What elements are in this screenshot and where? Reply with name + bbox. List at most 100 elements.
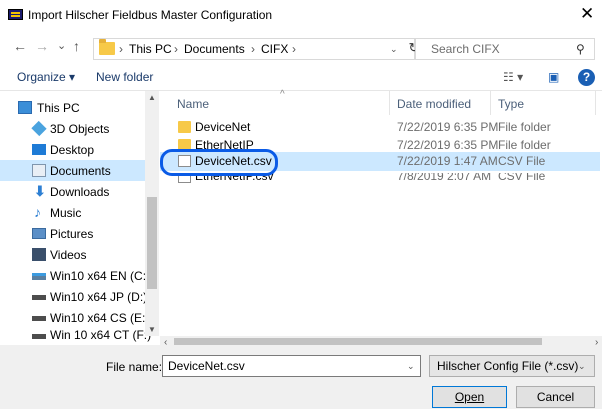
documents-icon bbox=[32, 164, 46, 177]
sidebar-item-label: Documents bbox=[50, 164, 111, 178]
desktop-icon bbox=[32, 144, 46, 155]
drive-icon bbox=[32, 316, 46, 321]
file-type: File folder bbox=[498, 120, 551, 134]
sidebar-item-label: Win10 x64 CS (E:) bbox=[50, 311, 150, 325]
view-options-icon[interactable]: ☷ ▾ bbox=[503, 70, 523, 84]
folder-icon bbox=[178, 139, 191, 149]
sidebar-item-label: 3D Objects bbox=[50, 122, 110, 136]
close-icon[interactable]: ✕ bbox=[580, 4, 594, 24]
sidebar-item-pictures[interactable]: Pictures bbox=[0, 223, 145, 244]
pictures-icon bbox=[32, 228, 46, 239]
breadcrumb-separator: › bbox=[174, 42, 178, 56]
file-name: DeviceNet bbox=[195, 120, 251, 134]
sidebar-item-label: Pictures bbox=[50, 227, 94, 241]
up-arrow-icon[interactable]: ↑ bbox=[73, 38, 80, 54]
music-icon: ♪ bbox=[34, 204, 41, 220]
drive-icon bbox=[32, 334, 46, 339]
cancel-button[interactable]: Cancel bbox=[516, 386, 595, 408]
sidebar-item-documents[interactable]: Documents bbox=[0, 160, 145, 181]
file-type: CSV File bbox=[498, 173, 546, 183]
new-folder-button[interactable]: New folder bbox=[96, 70, 153, 84]
sidebar-item-videos[interactable]: Videos bbox=[0, 244, 145, 265]
breadcrumb-cifx[interactable]: CIFX bbox=[261, 42, 288, 56]
window-title: Import Hilscher Fieldbus Master Configur… bbox=[28, 8, 273, 22]
drive-icon bbox=[32, 295, 46, 300]
command-toolbar: Organize ▾ New folder ☷ ▾ ▣ ? bbox=[0, 64, 602, 90]
sidebar-item-label: Music bbox=[50, 206, 82, 220]
folder-icon bbox=[99, 39, 115, 55]
open-button-label: Open bbox=[454, 390, 485, 404]
file-name-label: File name: bbox=[106, 360, 163, 374]
videos-icon bbox=[32, 248, 46, 261]
sidebar-item-music[interactable]: ♪ Music bbox=[0, 202, 145, 223]
address-bar[interactable]: › This PC › Documents › CIFX › ⌄ bbox=[93, 38, 415, 60]
file-type: CSV File bbox=[498, 154, 546, 168]
forward-arrow-icon[interactable]: → bbox=[35, 38, 49, 54]
file-type-select[interactable]: Hilscher Config File (*.csv) ⌄ bbox=[429, 355, 595, 377]
scrollbar-thumb[interactable] bbox=[147, 197, 157, 289]
navigation-bar: ← → ⌄ ↑ › This PC › Documents › CIFX › ⌄… bbox=[0, 30, 602, 64]
vertical-scrollbar[interactable]: ▲ ▼ bbox=[145, 91, 159, 336]
sidebar-item-label: Videos bbox=[50, 248, 87, 262]
sidebar-item-label: Win10 x64 EN (C:) bbox=[50, 269, 151, 283]
app-icon bbox=[8, 9, 23, 20]
sidebar-item-drive-e[interactable]: Win10 x64 CS (E:) bbox=[0, 307, 149, 328]
breadcrumb-separator: › bbox=[119, 42, 123, 56]
file-name-value[interactable]: DeviceNet.csv bbox=[168, 359, 245, 373]
title-bar: Import Hilscher Fieldbus Master Configur… bbox=[0, 0, 602, 30]
column-divider[interactable] bbox=[595, 91, 596, 115]
help-icon[interactable]: ? bbox=[578, 69, 595, 86]
folder-icon bbox=[178, 121, 191, 133]
open-button[interactable]: Open bbox=[432, 386, 507, 408]
sidebar-item-drive-f[interactable]: Win 10 x64 CT (F:) bbox=[0, 327, 151, 342]
sidebar-item-drive-d[interactable]: Win10 x64 JP (D:) bbox=[0, 286, 148, 307]
selected-file-highlight bbox=[160, 149, 278, 176]
recent-locations-icon[interactable]: ⌄ bbox=[57, 38, 66, 54]
scroll-down-icon[interactable]: ▼ bbox=[148, 325, 156, 334]
download-icon: ⬇ bbox=[34, 183, 46, 199]
sidebar-item-label: Desktop bbox=[50, 143, 95, 157]
table-row[interactable]: EtherNetIP 7/22/2019 6:35 PM File folder bbox=[160, 136, 600, 149]
breadcrumb-separator: › bbox=[292, 42, 296, 56]
file-name: EtherNetIP bbox=[195, 138, 254, 149]
drive-icon bbox=[32, 273, 46, 280]
cube-icon bbox=[31, 120, 47, 137]
table-row[interactable]: DeviceNet 7/22/2019 6:35 PM File folder bbox=[160, 118, 600, 137]
breadcrumb-this-pc[interactable]: This PC bbox=[129, 42, 172, 56]
column-divider[interactable] bbox=[389, 91, 390, 115]
search-icon[interactable]: ⚲ bbox=[576, 42, 585, 56]
back-arrow-icon[interactable]: ← bbox=[13, 38, 27, 54]
search-box[interactable]: Search CIFX ⚲ bbox=[415, 38, 595, 60]
sidebar-item-label: Win10 x64 JP (D:) bbox=[50, 290, 148, 304]
organize-button[interactable]: Organize ▾ bbox=[17, 70, 75, 84]
navigation-pane: This PC 3D Objects Desktop Documents ⬇ D… bbox=[0, 91, 160, 342]
breadcrumb-documents[interactable]: Documents bbox=[184, 42, 245, 56]
file-list: Name ^ Date modified Type DeviceNet 7/22… bbox=[160, 89, 602, 350]
sidebar-item-desktop[interactable]: Desktop bbox=[0, 139, 145, 160]
chevron-down-icon[interactable]: ⌄ bbox=[578, 361, 586, 372]
column-header-name[interactable]: Name bbox=[177, 97, 209, 111]
sidebar-item-label: Downloads bbox=[50, 185, 110, 199]
breadcrumb-separator: › bbox=[251, 42, 255, 56]
chevron-down-icon[interactable]: ⌄ bbox=[407, 361, 415, 372]
column-header-date[interactable]: Date modified bbox=[397, 97, 471, 111]
sidebar-item-3d-objects[interactable]: 3D Objects bbox=[0, 118, 145, 139]
column-divider[interactable] bbox=[490, 91, 491, 115]
computer-icon bbox=[18, 101, 32, 114]
chevron-down-icon[interactable]: ⌄ bbox=[390, 44, 398, 55]
file-name-field[interactable]: DeviceNet.csv ⌄ bbox=[162, 355, 421, 377]
file-date: 7/8/2019 2:07 AM bbox=[397, 173, 492, 183]
file-type-value[interactable]: Hilscher Config File (*.csv) bbox=[437, 359, 578, 373]
search-input[interactable]: Search CIFX bbox=[431, 42, 500, 56]
file-date: 7/22/2019 6:35 PM bbox=[397, 138, 499, 149]
file-date: 7/22/2019 1:47 AM bbox=[397, 154, 498, 168]
sidebar-item-label: This PC bbox=[37, 101, 80, 115]
preview-pane-icon[interactable]: ▣ bbox=[548, 70, 559, 84]
column-header-type[interactable]: Type bbox=[498, 97, 524, 111]
sidebar-item-this-pc[interactable]: This PC bbox=[0, 97, 145, 118]
dialog-footer: File name: DeviceNet.csv ⌄ Hilscher Conf… bbox=[0, 345, 602, 409]
sidebar-item-downloads[interactable]: ⬇ Downloads bbox=[0, 181, 145, 202]
sidebar-item-drive-c[interactable]: Win10 x64 EN (C:) bbox=[0, 265, 150, 286]
scroll-up-icon[interactable]: ▲ bbox=[148, 93, 156, 102]
file-date: 7/22/2019 6:35 PM bbox=[397, 120, 499, 134]
